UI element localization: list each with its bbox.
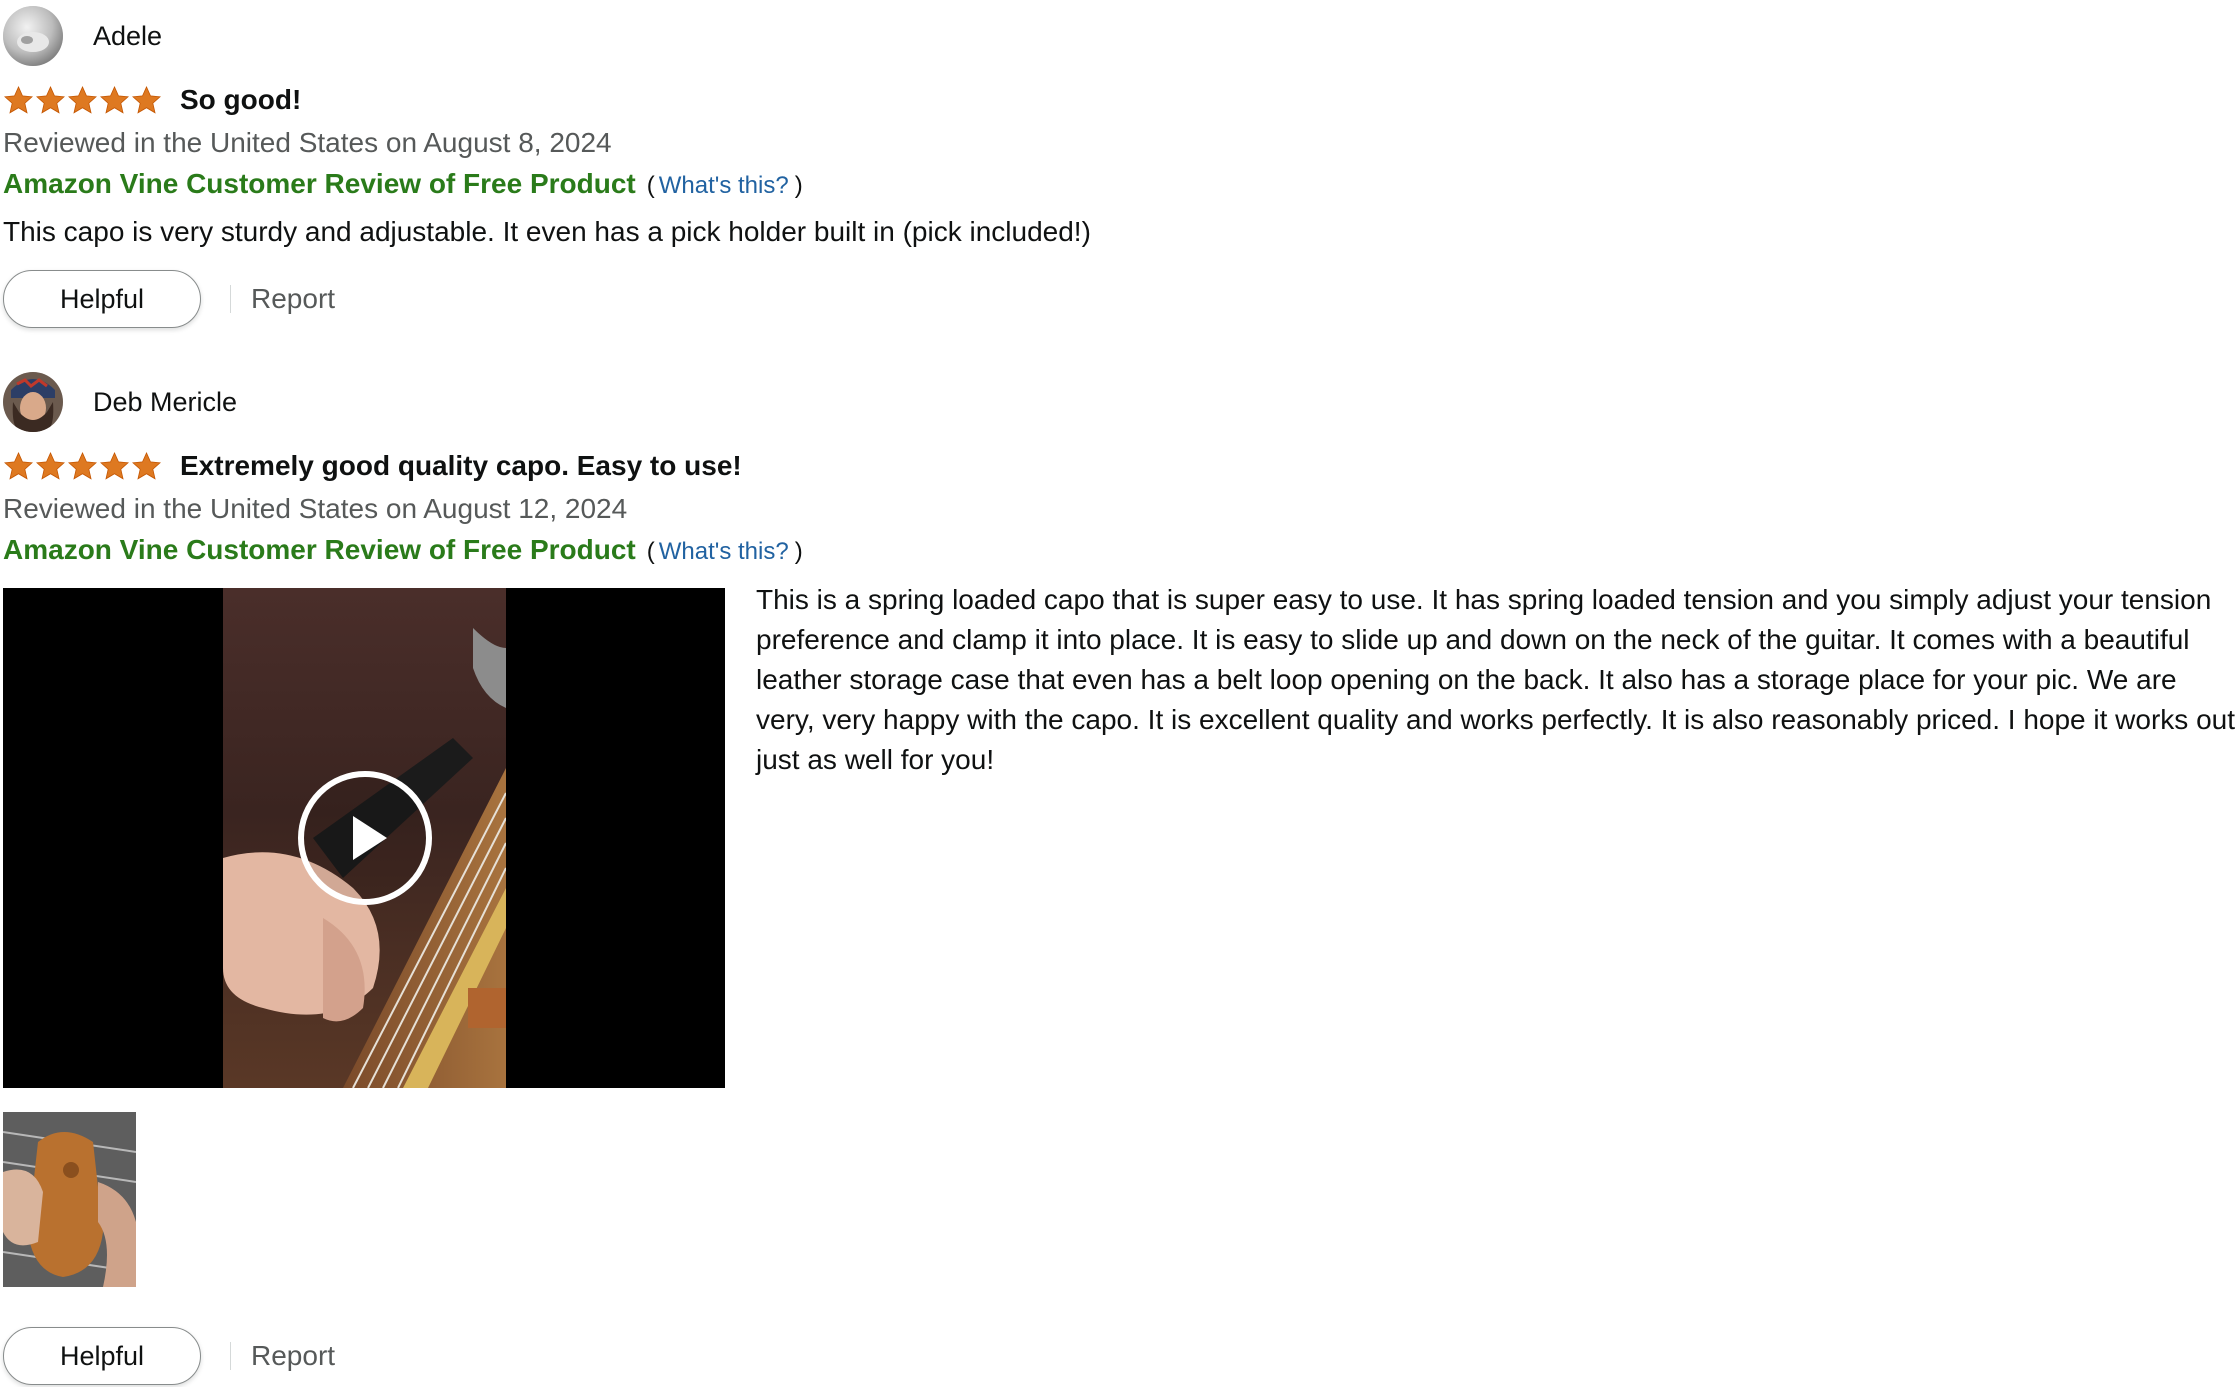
reviewer-profile[interactable]: Adele	[3, 5, 1091, 67]
vine-row: Amazon Vine Customer Review of Free Prod…	[3, 166, 1091, 204]
star-rating[interactable]	[3, 451, 162, 482]
star-icon	[132, 85, 161, 114]
star-icon	[4, 451, 33, 480]
whats-this-link[interactable]: What's this?	[659, 168, 789, 204]
review-title-row: So good!	[3, 82, 1091, 118]
report-link[interactable]: Report	[251, 1340, 335, 1372]
star-icon	[100, 85, 129, 114]
review-date: Reviewed in the United States on August …	[3, 127, 612, 158]
star-icon	[68, 85, 97, 114]
play-icon[interactable]	[295, 768, 435, 908]
review-title-row: Extremely good quality capo. Easy to use…	[3, 448, 803, 484]
review-video[interactable]	[3, 588, 725, 1088]
star-icon	[68, 451, 97, 480]
whats-this-link[interactable]: What's this?	[659, 534, 789, 570]
review-body: This is a spring loaded capo that is sup…	[756, 584, 2235, 775]
review-media-row: This is a spring loaded capo that is sup…	[3, 584, 2235, 1088]
review-body: This capo is very sturdy and adjustable.…	[3, 216, 1091, 247]
report-link[interactable]: Report	[251, 283, 335, 315]
vine-badge: Amazon Vine Customer Review of Free Prod…	[3, 168, 636, 199]
review-actions: Helpful Report	[3, 1327, 803, 1385]
review-date: Reviewed in the United States on August …	[3, 493, 628, 524]
paren-close: )	[794, 172, 803, 199]
reviewer-name: Adele	[93, 20, 163, 51]
vine-row: Amazon Vine Customer Review of Free Prod…	[3, 532, 803, 570]
helpful-button[interactable]: Helpful	[3, 270, 201, 328]
review-actions: Helpful Report	[3, 270, 1091, 328]
divider	[230, 285, 231, 313]
review-title[interactable]: Extremely good quality capo. Easy to use…	[180, 450, 742, 482]
review-card: Deb Mericle Extremely good quality capo.…	[3, 371, 2235, 1385]
star-icon	[36, 85, 65, 114]
review-card: Adele So good! Reviewed in the United St…	[3, 5, 1091, 328]
star-icon	[36, 451, 65, 480]
review-title[interactable]: So good!	[180, 84, 301, 116]
paren-open: (	[646, 538, 655, 565]
divider	[230, 1342, 231, 1370]
paren-close: )	[794, 538, 803, 565]
star-icon	[4, 85, 33, 114]
reviewer-name: Deb Mericle	[93, 386, 238, 417]
review-image-thumbnail[interactable]	[3, 1112, 136, 1287]
star-rating[interactable]	[3, 85, 162, 116]
paren-open: (	[646, 172, 655, 199]
reviewer-profile[interactable]: Deb Mericle	[3, 371, 803, 433]
star-icon	[132, 451, 161, 480]
helpful-button[interactable]: Helpful	[3, 1327, 201, 1385]
vine-badge: Amazon Vine Customer Review of Free Prod…	[3, 534, 636, 565]
avatar[interactable]	[3, 6, 63, 66]
star-icon	[100, 451, 129, 480]
avatar[interactable]	[3, 372, 63, 432]
